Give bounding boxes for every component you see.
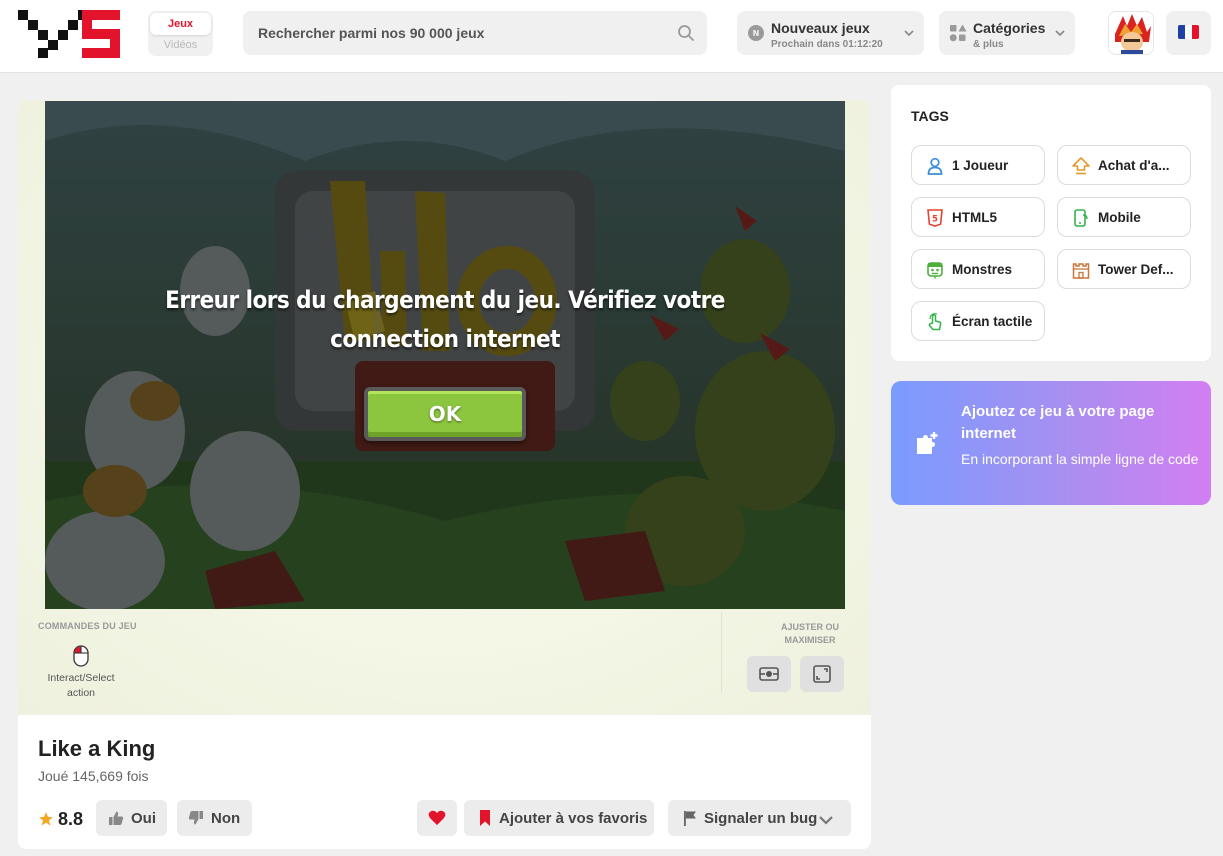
badge-new-icon: N <box>748 25 764 41</box>
tag-label: Écran tactile <box>952 314 1033 329</box>
maximize-icon <box>813 665 831 683</box>
puzzle-plus-icon <box>917 432 938 454</box>
heart-button[interactable] <box>417 800 457 836</box>
categories-grid-icon <box>949 24 967 42</box>
avatar-image <box>1109 12 1153 54</box>
heart-icon <box>428 810 446 825</box>
tag-monsters[interactable]: Monstres <box>911 249 1045 289</box>
game-canvas[interactable]: Erreur lors du chargement du jeu. Vérifi… <box>45 101 845 609</box>
content-type-switch: Jeux Vidéos <box>148 11 213 56</box>
report-bug-label: Signaler un bug <box>704 810 818 827</box>
html5-icon: 5 <box>927 209 943 227</box>
tag-label: HTML5 <box>952 210 997 225</box>
tag-tower-defense[interactable]: Tower Def... <box>1057 249 1191 289</box>
game-title: Like a King <box>38 736 156 761</box>
tag-label: Tower Def... <box>1098 262 1174 277</box>
star-icon <box>39 812 53 826</box>
games-tab[interactable]: Jeux <box>150 13 211 35</box>
categories-dropdown[interactable]: Catégories & plus <box>939 11 1075 55</box>
top-header: Jeux Vidéos N Nouveaux jeux Prochain dan… <box>0 0 1223 73</box>
tag-label: Monstres <box>952 262 1013 277</box>
categories-label: Catégories <box>973 20 1046 36</box>
controls-title: COMMANDES DU JEU <box>38 621 137 631</box>
france-flag-icon <box>1178 25 1199 39</box>
like-label: Oui <box>131 810 156 827</box>
add-favorites-label: Ajouter à vos favoris <box>499 810 648 827</box>
divider <box>721 612 722 692</box>
site-logo[interactable] <box>18 10 120 58</box>
tag-in-app-purchase[interactable]: Achat d'a... <box>1057 145 1191 185</box>
thumbs-down-icon <box>188 811 203 825</box>
fit-title-line-1: AJUSTER OU <box>780 622 839 632</box>
monster-icon <box>927 262 943 279</box>
embed-title: Ajoutez ce jeu à votre page internet <box>961 403 1155 442</box>
new-games-countdown: Prochain dans 01:12:20 <box>771 39 883 50</box>
tag-label: Mobile <box>1098 210 1141 225</box>
mouse-click-icon <box>73 645 89 667</box>
language-selector[interactable] <box>1166 11 1211 55</box>
fit-title-line-2: MAXIMISER <box>784 635 836 645</box>
rating: 8.8 <box>38 808 83 830</box>
svg-text:N: N <box>753 29 760 38</box>
chevron-down-icon <box>1055 30 1065 37</box>
dislike-label: Non <box>211 810 241 827</box>
error-line-2: connection internet <box>330 325 560 353</box>
search-icon[interactable] <box>677 24 695 42</box>
user-avatar[interactable] <box>1108 11 1154 55</box>
tag-touchscreen[interactable]: Écran tactile <box>911 301 1045 341</box>
control-action-line-1: Interact/Select <box>47 672 115 684</box>
fit-title: AJUSTER OU MAXIMISER <box>753 621 867 647</box>
like-button[interactable]: Oui <box>96 800 167 836</box>
castle-icon <box>1072 263 1090 279</box>
tag-mobile[interactable]: Mobile <box>1057 197 1191 237</box>
thumbs-up-icon <box>109 811 124 825</box>
bookmark-icon <box>480 810 490 826</box>
user-icon <box>927 157 943 175</box>
tag-label: Achat d'a... <box>1098 158 1170 173</box>
game-panel: Erreur lors du chargement du jeu. Vérifi… <box>18 100 871 849</box>
ok-button[interactable]: OK <box>364 387 526 441</box>
fit-icon <box>759 667 779 681</box>
mobile-icon <box>1074 209 1088 227</box>
new-games-dropdown[interactable]: N Nouveaux jeux Prochain dans 01:12:20 <box>737 11 924 55</box>
chevron-down-icon <box>904 30 914 37</box>
touch-icon <box>928 313 942 331</box>
add-favorites-button[interactable]: Ajouter à vos favoris <box>464 800 654 836</box>
upgrade-arrow-icon <box>1072 157 1090 175</box>
fit-screen-button[interactable] <box>747 656 791 692</box>
flag-icon <box>684 811 696 826</box>
play-count: Joué 145,669 fois <box>38 768 149 784</box>
search-box <box>243 11 707 55</box>
tag-label: 1 Joueur <box>952 158 1009 173</box>
embed-promo[interactable]: Ajoutez ce jeu à votre page internet En … <box>891 381 1211 505</box>
report-bug-button[interactable]: Signaler un bug <box>668 800 851 836</box>
new-games-label: Nouveaux jeux <box>771 20 870 36</box>
control-action-label: Interact/Select action <box>36 671 126 701</box>
tag-single-player[interactable]: 1 Joueur <box>911 145 1045 185</box>
error-line-1: Erreur lors du chargement du jeu. Vérifi… <box>165 286 725 314</box>
tags-panel: TAGS 1 Joueur Achat d'a... 5 HTML5 Mobil… <box>891 85 1211 361</box>
maximize-button[interactable] <box>800 656 844 692</box>
dislike-button[interactable]: Non <box>177 800 252 836</box>
videos-tab[interactable]: Vidéos <box>150 37 211 54</box>
chevron-down-icon <box>819 816 833 825</box>
control-action-line-2: action <box>66 687 96 699</box>
svg-text:5: 5 <box>932 215 938 225</box>
tags-heading: TAGS <box>911 108 949 124</box>
categories-sub: & plus <box>973 39 1004 50</box>
error-message: Erreur lors du chargement du jeu. Vérifi… <box>85 281 805 359</box>
tag-html5[interactable]: 5 HTML5 <box>911 197 1045 237</box>
embed-subtitle: En incorporant la simple ligne de code <box>961 451 1199 467</box>
rating-value: 8.8 <box>58 808 84 829</box>
search-input[interactable] <box>243 11 663 55</box>
